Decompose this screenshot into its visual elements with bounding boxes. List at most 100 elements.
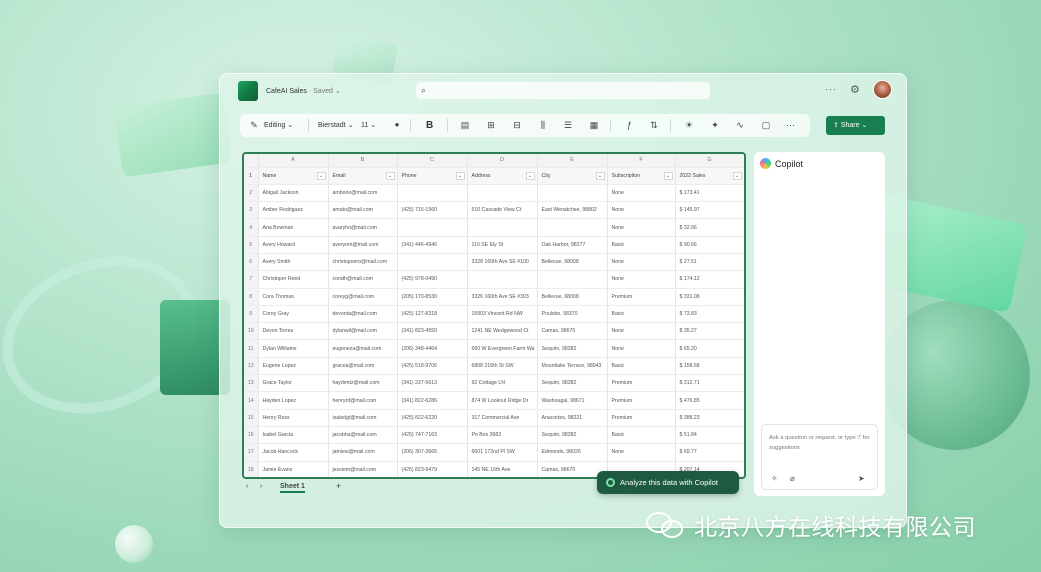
table-cell[interactable]: None	[607, 443, 676, 462]
comment-icon[interactable]: ▢	[760, 119, 772, 131]
table-cell[interactable]: dylanwil@mail.com	[328, 322, 398, 341]
table-cell[interactable]: Henry Ross	[258, 409, 329, 427]
table-cell[interactable]: amato@mail.com	[328, 201, 398, 220]
row-number[interactable]: 7	[244, 270, 259, 289]
table-cell[interactable]: (341) 237-5613	[397, 374, 468, 393]
table-cell[interactable]: Avery Smith	[258, 253, 329, 272]
row-number[interactable]: 8	[244, 288, 259, 306]
table-cell[interactable]: (341) 446-4946	[397, 236, 468, 254]
table-cell[interactable]: Basic	[607, 426, 676, 445]
add-sheet-button[interactable]: +	[336, 481, 341, 491]
table-cell[interactable]: $ 331.08	[675, 288, 744, 306]
filter-dropdown-icon[interactable]: ⌄	[663, 171, 673, 180]
cells-icon[interactable]: ▦	[588, 119, 600, 131]
insert-table-icon[interactable]: ⊞	[485, 119, 497, 131]
column-letter[interactable]: G	[675, 154, 744, 168]
table-cell[interactable]: 3328 160th Ave SE #100	[467, 253, 538, 272]
filter-dropdown-icon[interactable]: ⌄	[525, 171, 535, 180]
row-number[interactable]: 1	[244, 167, 259, 185]
table-cell[interactable]: (206) 348-4464	[397, 339, 468, 358]
filter-dropdown-icon[interactable]: ⌄	[455, 171, 465, 180]
table-cell[interactable]: (425) 127-8318	[397, 305, 468, 324]
table-cell[interactable]: isabelgt@mail.com	[328, 409, 398, 427]
table-cell[interactable]: None	[607, 270, 676, 289]
row-number[interactable]: 15	[244, 409, 259, 427]
table-cell[interactable]: corath@mail.com	[328, 270, 398, 289]
table-cell[interactable]: Washougal, 98671	[537, 391, 608, 410]
table-cell[interactable]	[537, 218, 608, 237]
table-cell[interactable]: None	[607, 253, 676, 272]
table-cell[interactable]: Avery Howard	[258, 236, 329, 254]
table-cell[interactable]: $ 174.12	[675, 270, 744, 289]
attach-icon[interactable]: ⌀	[790, 474, 795, 483]
table-cell[interactable]: Amber Rodriguez	[258, 201, 329, 220]
table-cell[interactable]: 3326 160th Ave SE #303	[467, 288, 538, 306]
table-cell[interactable]: Basic	[607, 357, 676, 376]
table-cell[interactable]: Sequim, 98382	[537, 339, 608, 358]
filter-dropdown-icon[interactable]: ⌄	[732, 171, 742, 180]
table-cell[interactable]: Poulsbo, 98370	[537, 305, 608, 324]
filter-dropdown-icon[interactable]: ⌄	[385, 171, 395, 180]
table-cell[interactable]: $ 476.85	[675, 391, 744, 410]
table-cell[interactable]: averyom@mail.com	[328, 236, 398, 254]
table-cell[interactable]: Dylan Williams	[258, 339, 329, 358]
table-cell[interactable]: avaryho@mail.com	[328, 218, 398, 237]
table-cell[interactable]: Ana Bowman	[258, 218, 329, 237]
more-ribbon-button[interactable]: ···	[786, 114, 795, 137]
table-cell[interactable]: haydentz@mail.com	[328, 374, 398, 393]
table-cell[interactable]: 510 Cascade View Ct	[467, 201, 538, 220]
table-cell[interactable]: 317 Commercial Ave	[467, 409, 538, 427]
table-header-cell[interactable]: Email ⌄	[328, 167, 398, 185]
table-cell[interactable]: Oak Harbor, 98277	[537, 236, 608, 254]
excel-logo-icon[interactable]	[238, 81, 258, 101]
table-cell[interactable]: $ 388.23	[675, 409, 744, 427]
table-cell[interactable]: christopoero@mail.com	[328, 253, 398, 272]
avatar[interactable]	[873, 80, 892, 99]
sparkline-icon[interactable]: ∿	[734, 119, 746, 131]
table-cell[interactable]: None	[607, 339, 676, 358]
table-cell[interactable]: 6601 172nd Pl SW	[467, 443, 538, 462]
table-cell[interactable]: 6808 216th St SW	[467, 357, 538, 376]
rows-icon[interactable]: ☰	[562, 119, 574, 131]
table-cell[interactable]: $ 145.97	[675, 201, 744, 220]
table-cell[interactable]: Premium	[607, 409, 676, 427]
table-cell[interactable]: (206) 307-3665	[397, 443, 468, 462]
row-number[interactable]: 6	[244, 253, 259, 272]
table-cell[interactable]: 92 Cottage LN	[467, 374, 538, 393]
select-all-corner[interactable]	[244, 154, 259, 168]
table-cell[interactable]: (425) 822-6220	[397, 409, 468, 427]
table-cell[interactable]: Corey Gray	[258, 305, 329, 324]
table-cell[interactable]: Anacortes, 98221	[537, 409, 608, 427]
table-header-cell[interactable]: Address ⌄	[467, 167, 538, 185]
table-cell[interactable]: ambooo@mail.com	[328, 184, 398, 203]
table-cell[interactable]: (205) 170-8530	[397, 288, 468, 306]
table-cell[interactable]: Sequim, 98382	[537, 426, 608, 445]
row-number[interactable]: 16	[244, 426, 259, 445]
table-cell[interactable]: Basic	[607, 236, 676, 254]
row-number[interactable]: 18	[244, 461, 259, 477]
table-cell[interactable]: Bellevue, 98008	[537, 253, 608, 272]
table-cell[interactable]: $ 173.41	[675, 184, 744, 203]
table-cell[interactable]: (341) 823-4550	[397, 322, 468, 341]
row-number[interactable]: 12	[244, 357, 259, 376]
table-cell[interactable]: Jacob Hancock	[258, 443, 329, 462]
table-cell[interactable]: (425) 823-9479	[397, 461, 468, 477]
sparkle-icon[interactable]: ✦	[709, 119, 721, 131]
document-title[interactable]: CafeAI Sales · Saved ⌄	[266, 87, 341, 95]
table-cell[interactable]: Eugene Lopez	[258, 357, 329, 376]
table-cell[interactable]: None	[607, 218, 676, 237]
table-cell[interactable]: (341) 822-6286	[397, 391, 468, 410]
table-cell[interactable]: (425) 747-7163	[397, 426, 468, 445]
table-cell[interactable]: None	[607, 184, 676, 203]
table-cell[interactable]: $ 51.84	[675, 426, 744, 445]
table-cell[interactable]: Isabel Garcia	[258, 426, 329, 445]
tab-sheet-1[interactable]: Sheet 1	[280, 483, 305, 493]
font-size-dropdown[interactable]: 11 ⌄	[361, 114, 376, 137]
table-cell[interactable]: 110 SE Ely St	[467, 236, 538, 254]
table-cell[interactable]: None	[607, 201, 676, 220]
gear-icon[interactable]: ⚙	[850, 83, 860, 96]
row-number[interactable]: 9	[244, 305, 259, 324]
search-input[interactable]: ⌕	[416, 82, 710, 99]
table-cell[interactable]: jacobha@mail.com	[328, 426, 398, 445]
copilot-prompt-input[interactable]: Ask a question or request, or type '/' f…	[761, 424, 878, 490]
